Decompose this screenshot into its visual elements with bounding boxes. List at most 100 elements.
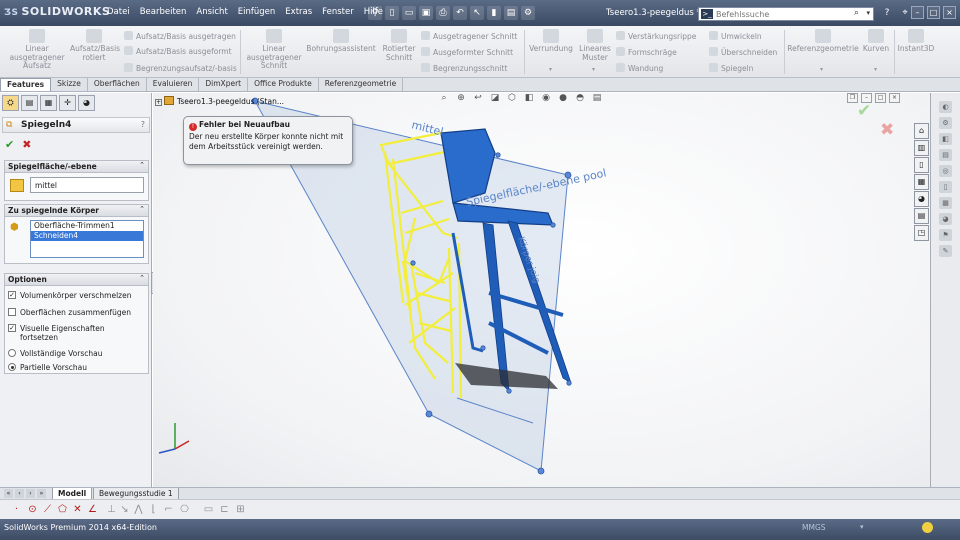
swept-cut-button[interactable]: Ausgetragener Schnitt [421, 31, 517, 41]
resources-icon[interactable]: ⌂ [914, 123, 929, 139]
next-tab-icon[interactable]: › [26, 489, 35, 498]
swept-boss-button[interactable]: Aufsatz/Basis ausgetragen [124, 31, 236, 41]
task-pane-files-icon[interactable]: ▯ [939, 181, 952, 193]
boundary-boss-button[interactable]: Begrenzungsaufsatz/-basis [124, 63, 237, 73]
last-tab-icon[interactable]: » [37, 489, 46, 498]
graphics-area[interactable]: mittel Spiegelfläche/-ebene pool Körper … [153, 93, 930, 487]
ok-button[interactable]: ✔ [5, 138, 14, 151]
revolve-boss-button[interactable]: Aufsatz/Basis rotiert [70, 29, 120, 62]
mirror-button[interactable]: Spiegeln [709, 63, 753, 73]
solidworks-logo[interactable]: ƷS SOLIDWORKS [4, 5, 110, 21]
sketch-chamfer-icon[interactable]: ⊞ [234, 503, 247, 516]
save-icon[interactable]: ▣ [419, 6, 433, 20]
radio-selected[interactable] [8, 363, 16, 371]
tab-skizze[interactable]: Skizze [51, 78, 88, 91]
tab-oberflaechen[interactable]: Oberflächen [88, 78, 147, 91]
mirror-plane-field[interactable]: mittel [30, 177, 144, 193]
list-item[interactable]: Oberfläche-Trimmen1 [31, 221, 143, 231]
offset-icon[interactable]: ↘ [118, 503, 131, 516]
task-pane-library-icon[interactable]: ◧ [939, 133, 952, 145]
close-icon[interactable]: × [889, 93, 900, 103]
rebuild-icon[interactable]: ▮ [487, 6, 501, 20]
full-preview-radio[interactable]: Vollständige Vorschau [8, 349, 102, 358]
chevron-down-icon[interactable]: ▾ [820, 66, 823, 73]
solidworks-forum-icon[interactable]: ◳ [914, 225, 929, 241]
feature-tree-icon[interactable]: ⛭ [2, 95, 19, 111]
edit-appearance-icon[interactable]: ● [556, 93, 570, 103]
partial-preview-radio[interactable]: Partielle Vorschau [8, 363, 87, 372]
collapse-icon[interactable]: ⌃ [139, 205, 145, 213]
help-icon[interactable]: ? [880, 6, 894, 20]
hole-wizard-button[interactable]: Bohrungsassistent [305, 29, 377, 54]
chevron-down-icon[interactable]: ▾ [860, 523, 864, 531]
shell-button[interactable]: Wandung [616, 63, 663, 73]
pin-icon[interactable]: ⚲ [368, 6, 382, 20]
search-icon[interactable]: ⌕ [854, 8, 859, 18]
centerline-icon[interactable]: ⎔ [178, 503, 191, 516]
menu-bearbeiten[interactable]: Bearbeiten [135, 7, 192, 17]
knit-surfaces-checkbox[interactable]: Oberflächen zusammenfügen [8, 308, 131, 317]
file-properties-icon[interactable]: ▤ [504, 6, 518, 20]
line-icon[interactable]: ∠ [86, 503, 99, 516]
list-item-selected[interactable]: Schneiden4 [31, 231, 143, 241]
curves-button[interactable]: Kurven [861, 29, 891, 54]
point-icon[interactable]: · [10, 503, 23, 516]
wrap-button[interactable]: Umwickeln [709, 31, 762, 41]
collapse-icon[interactable]: ⌃ [139, 161, 145, 169]
task-pane-tools-icon[interactable]: ✎ [939, 245, 952, 257]
revolve-cut-button[interactable]: Rotierter Schnitt [380, 29, 418, 62]
expand-icon[interactable]: + [155, 99, 162, 106]
confirmation-ok-icon[interactable]: ✔ [857, 101, 871, 121]
cancel-button[interactable]: ✖ [22, 138, 31, 151]
group-header[interactable]: Spiegelfläche/-ebene ⌃ [5, 161, 148, 173]
tab-evaluieren[interactable]: Evaluieren [147, 78, 200, 91]
chevron-down-icon[interactable]: ▾ [874, 66, 877, 73]
menu-einfuegen[interactable]: Einfügen [233, 7, 281, 17]
new-document-icon[interactable]: ▯ [385, 6, 399, 20]
print-icon[interactable]: ⎙ [436, 6, 450, 20]
tab-dimxpert[interactable]: DimXpert [199, 78, 249, 91]
checkbox-checked[interactable]: ✓ [8, 324, 16, 332]
slot-icon[interactable]: ▭ [202, 503, 215, 516]
polygon-icon[interactable]: ⬠ [56, 503, 69, 516]
apply-scene-icon[interactable]: ◓ [573, 93, 587, 103]
file-explorer-icon[interactable]: ▯ [914, 157, 929, 173]
display-style-icon[interactable]: ◧ [522, 93, 536, 103]
tree-root-label[interactable]: Tseero1.3-peegeldus (Stan... [177, 97, 284, 106]
maximize-icon[interactable]: □ [927, 6, 940, 19]
circle-icon[interactable]: ⊙ [26, 503, 39, 516]
task-pane-flag-icon[interactable]: ⚑ [939, 229, 952, 241]
design-library-icon[interactable]: ▥ [914, 140, 929, 156]
chevron-down-icon[interactable]: ▾ [866, 9, 870, 17]
configuration-manager-icon[interactable]: ▦ [40, 95, 57, 111]
feature-tree-flyout[interactable]: + Tseero1.3-peegeldus (Stan... [155, 96, 284, 106]
radio-unselected[interactable] [8, 349, 16, 357]
lofted-cut-button[interactable]: Ausgeformter Schnitt [421, 47, 513, 57]
fillet-button[interactable]: Verrundung [526, 29, 576, 54]
zoom-area-icon[interactable]: ⊕ [454, 93, 468, 103]
instant3d-button[interactable]: Instant3D [896, 29, 936, 54]
chevron-down-icon[interactable]: ▾ [549, 66, 552, 73]
task-pane-palette-icon[interactable]: ▤ [939, 149, 952, 161]
zoom-to-fit-icon[interactable]: ⌕ [437, 93, 451, 103]
task-pane-resources-icon[interactable]: ⚙ [939, 117, 952, 129]
group-header[interactable]: Zu spiegelnde Körper ⌃ [5, 205, 148, 217]
smart-dimension-icon[interactable]: ⟋ [41, 503, 54, 516]
checkbox-checked[interactable]: ✓ [8, 291, 16, 299]
dimxpert-manager-icon[interactable]: ✛ [59, 95, 76, 111]
corner-rectangle-icon[interactable]: ⌐ [162, 503, 175, 516]
confirmation-cancel-icon[interactable]: ✖ [880, 120, 894, 140]
intersect-button[interactable]: Überschneiden [709, 47, 777, 57]
sketch-fillet-icon[interactable]: ⊏ [218, 503, 231, 516]
chevron-down-icon[interactable]: ▾ [592, 66, 595, 73]
command-search[interactable]: >_ ⌕ ▾ [698, 7, 874, 21]
merge-solids-checkbox[interactable]: ✓ Volumenkörper verschmelzen [8, 291, 131, 300]
command-search-input[interactable] [716, 8, 848, 20]
menu-extras[interactable]: Extras [280, 7, 317, 17]
unit-system[interactable]: MMGS [802, 523, 826, 532]
extrude-cut-button[interactable]: Linear ausgetragener Schnitt [246, 29, 302, 71]
menu-datei[interactable]: Datei [102, 7, 135, 17]
previous-tab-icon[interactable]: ‹ [15, 489, 24, 498]
collapse-icon[interactable]: ⌃ [139, 274, 145, 282]
menu-fenster[interactable]: Fenster [317, 7, 359, 17]
